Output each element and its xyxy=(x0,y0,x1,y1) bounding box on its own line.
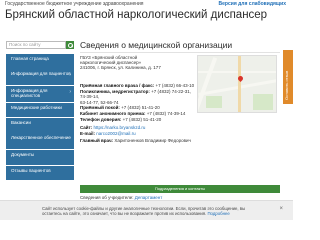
sidebar-item-patients[interactable]: Информация для пациентов › xyxy=(6,69,74,86)
sidebar-nav: Главная страница Информация для пациенто… xyxy=(6,54,74,181)
contacts-block: Приёмная главного врача / факс: +7 (4832… xyxy=(80,83,195,144)
anon-phone: +7 (4832) 74-39-14 xyxy=(146,110,186,116)
chevron-right-icon: › xyxy=(69,72,71,79)
sidebar-item-documents[interactable]: Документы xyxy=(6,150,74,165)
map-park xyxy=(253,94,273,110)
search-input[interactable]: Поиск по сайту xyxy=(6,41,66,49)
search-icon[interactable] xyxy=(66,41,74,49)
site-label: Сайт: xyxy=(80,125,93,131)
page-title: Сведения о медицинской организации xyxy=(80,40,233,50)
sidebar-item-label: Информация для пациентов xyxy=(11,71,71,77)
hotline-phone: +7 (4832) 51-41-20 xyxy=(122,116,162,122)
cookie-banner: Сайт использует cookie-файлы и другие ан… xyxy=(0,200,293,220)
map-park xyxy=(206,96,222,108)
sidebar-item-label: Вакансии xyxy=(11,120,31,126)
org-line: 241006, г. Брянск, ул. Калинина, д. 177 xyxy=(80,65,161,71)
sidebar-item-label: Лекарственное обеспечение xyxy=(11,135,71,141)
email-label: E-mail: xyxy=(80,130,96,136)
sidebar-item-vacancies[interactable]: Вакансии xyxy=(6,118,74,133)
anon-label: Кабинет анонимного приема: xyxy=(80,110,146,116)
top-bar: Государственное бюджетное учреждение здр… xyxy=(0,0,293,9)
divider xyxy=(80,52,280,53)
sidebar-item-label: Отзывы пациентов xyxy=(11,167,51,173)
leave-review-tab[interactable]: Оставить отзыв xyxy=(283,50,293,104)
org-type: Государственное бюджетное учреждение здр… xyxy=(5,1,144,7)
sidebar-item-label: Медицинские работники xyxy=(11,104,62,110)
chief-label: Главный врач: xyxy=(80,138,114,144)
close-icon[interactable]: × xyxy=(279,206,283,212)
leave-review-label: Оставить отзыв xyxy=(284,70,289,100)
map-main-road xyxy=(238,56,241,112)
chief-name: Харитоненков Владимир Федорович xyxy=(114,138,191,144)
email-link[interactable]: narco2002@mail.ru xyxy=(96,131,135,136)
chevron-right-icon: › xyxy=(69,89,71,96)
sidebar-item-label: Главная страница xyxy=(11,56,49,61)
main-content: Сведения о медицинской организации ГБУЗ … xyxy=(80,40,280,205)
sidebar-item-reviews[interactable]: Отзывы пациентов xyxy=(6,165,74,181)
sidebar-item-drugs[interactable]: Лекарственное обеспечение xyxy=(6,133,74,150)
admission-label: Приёмный покой: xyxy=(80,105,120,111)
sidebar-item-staff[interactable]: Медицинские работники xyxy=(6,102,74,118)
departments-button[interactable]: Подразделения и контакты xyxy=(80,185,280,193)
hotline-label: Телефон доверия: xyxy=(80,116,122,122)
sidebar-item-specialists[interactable]: Информация для специалистов › xyxy=(6,86,74,103)
site-link[interactable]: https://narko.bryanskzd.ru xyxy=(94,125,146,130)
low-vision-link[interactable]: Версия для слабовидящих xyxy=(219,1,286,7)
reception-phone: +7 (4832) 66-43-10 xyxy=(155,83,195,88)
cookie-more-link[interactable]: Подробнее xyxy=(207,211,229,216)
location-map[interactable] xyxy=(197,55,277,113)
site-title[interactable]: Брянский областной наркологический диспа… xyxy=(5,9,267,21)
admission-phone: +7 (4832) 51-41-20 xyxy=(121,105,160,111)
sidebar-item-home[interactable]: Главная страница xyxy=(6,54,74,69)
org-address: ГБУЗ «Брянский областной наркологический… xyxy=(80,55,161,71)
sidebar-item-label: Документы xyxy=(11,152,35,158)
clinic-label: Поликлиника, медрегистратор: xyxy=(80,88,150,94)
cookie-text: Сайт использует cookie-файлы и другие ан… xyxy=(42,206,247,216)
sidebar-item-label: Информация для специалистов xyxy=(11,88,48,99)
reception-label: Приёмная главного врача / факс: xyxy=(80,83,155,88)
